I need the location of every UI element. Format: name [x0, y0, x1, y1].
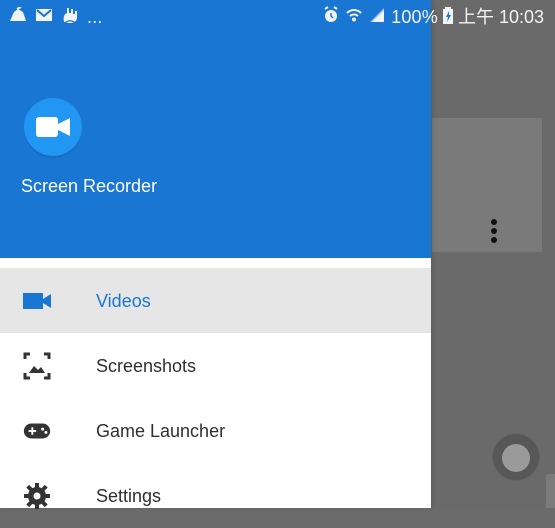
background-edge-strip [546, 474, 555, 508]
drawer-header: Screen Recorder [0, 0, 431, 258]
drawer-header-gap [0, 258, 431, 268]
app-name: Screen Recorder [21, 176, 158, 196]
more-vertical-icon [486, 217, 502, 245]
signal-icon [368, 6, 386, 29]
alarm-icon [322, 5, 340, 29]
status-left-icons: ... [9, 5, 103, 29]
drawer-item-label: Settings [96, 485, 162, 506]
app-logo [24, 98, 82, 156]
gamepad-icon [22, 416, 52, 446]
wifi-icon [345, 6, 363, 29]
navigation-drawer: Screen Recorder Videos Screenshots Game … [0, 0, 431, 509]
status-right-icons: 100% 上午 10:03 [322, 5, 544, 29]
notification-hand-icon [61, 6, 79, 29]
status-time: 上午 10:03 [457, 7, 544, 27]
video-icon [22, 286, 52, 316]
gear-icon [22, 481, 52, 511]
drawer-item-game-launcher[interactable]: Game Launcher [0, 398, 431, 463]
more-notifications-text: ... [87, 7, 103, 27]
floating-record-button [502, 444, 530, 472]
drawer-item-screenshots[interactable]: Screenshots [0, 333, 431, 398]
shopping-app-icon [9, 5, 27, 28]
camera-icon [36, 117, 70, 137]
drawer-item-videos[interactable]: Videos [0, 268, 431, 333]
image-frame-icon [22, 351, 52, 381]
status-bar: ... 100% 上午 10:03 [0, 0, 555, 34]
drawer-item-label: Videos [96, 290, 151, 311]
drawer-item-label: Game Launcher [96, 420, 226, 441]
drawer-item-settings[interactable]: Settings [0, 463, 431, 528]
drawer-item-label: Screenshots [96, 355, 197, 376]
mail-icon [35, 8, 53, 27]
battery-icon [442, 6, 453, 29]
battery-percentage: 100% [391, 7, 438, 27]
drawer-nav-list: Videos Screenshots Game Launcher Setting… [0, 268, 431, 528]
